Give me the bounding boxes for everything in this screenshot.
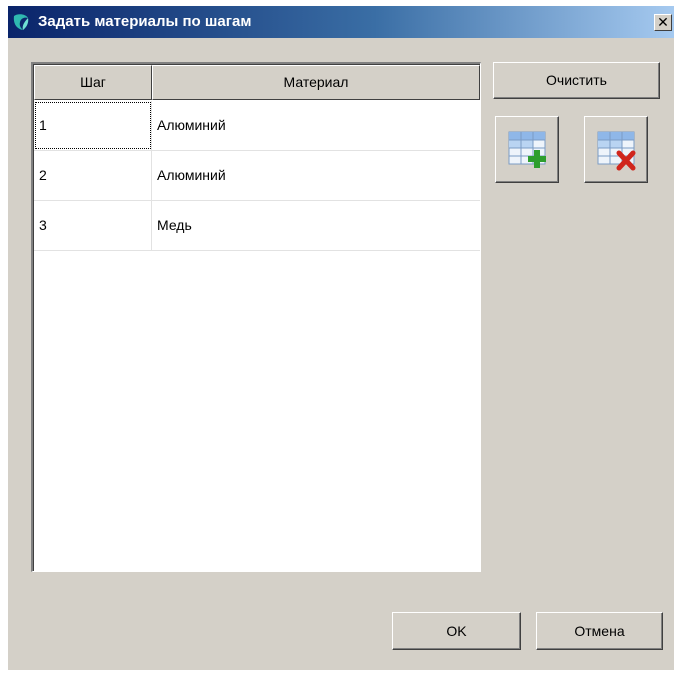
table-row[interactable]: 2 Алюминий <box>34 151 480 201</box>
table-add-row-icon <box>508 131 546 168</box>
clear-button[interactable]: Очистить <box>493 62 660 99</box>
cancel-button[interactable]: Отмена <box>536 612 663 650</box>
app-logo-icon <box>13 14 29 30</box>
close-icon: ✕ <box>657 14 669 30</box>
window-title: Задать материалы по шагам <box>38 13 252 30</box>
table-row[interactable]: 1 Алюминий <box>34 101 480 151</box>
table-delete-row-icon <box>597 131 636 171</box>
title-bar[interactable]: Задать материалы по шагам ✕ <box>8 6 674 38</box>
cell-step[interactable]: 2 <box>34 151 152 200</box>
column-header-step[interactable]: Шаг <box>34 65 152 100</box>
table-body: 1 Алюминий 2 Алюминий 3 Медь <box>34 101 480 251</box>
materials-table[interactable]: Шаг Материал 1 Алюминий 2 Алюминий 3 Мед… <box>31 62 481 572</box>
dialog-window: Задать материалы по шагам ✕ Шаг Материал… <box>8 6 674 670</box>
ok-button[interactable]: OK <box>392 612 521 650</box>
add-row-button[interactable] <box>495 116 559 183</box>
cell-material[interactable]: Алюминий <box>152 151 480 200</box>
cell-step[interactable]: 3 <box>34 201 152 250</box>
delete-row-button[interactable] <box>584 116 648 183</box>
cell-step[interactable]: 1 <box>34 101 152 150</box>
close-button[interactable]: ✕ <box>654 14 672 31</box>
table-row[interactable]: 3 Медь <box>34 201 480 251</box>
cell-material[interactable]: Медь <box>152 201 480 250</box>
cell-material[interactable]: Алюминий <box>152 101 480 150</box>
column-header-material[interactable]: Материал <box>152 65 480 100</box>
table-header: Шаг Материал <box>34 65 480 100</box>
